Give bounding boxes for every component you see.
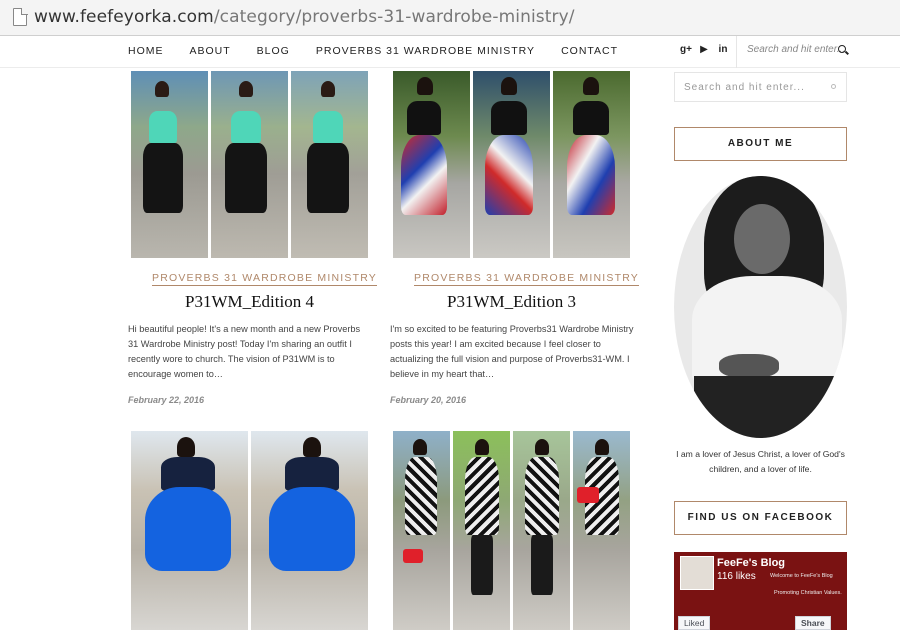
person-figure [401, 135, 447, 215]
person-figure [475, 439, 489, 455]
photo-panel [291, 71, 368, 258]
person-figure [595, 439, 609, 455]
person-figure [535, 439, 549, 455]
person-figure [567, 135, 615, 215]
post-date: February 22, 2016 [128, 395, 205, 405]
photo-panel [251, 431, 368, 630]
person-figure [465, 457, 499, 535]
person-figure [405, 457, 437, 535]
photo-panel [393, 71, 470, 258]
person-figure [149, 111, 177, 143]
person-figure [177, 437, 195, 457]
google-plus-icon[interactable]: g+ [680, 44, 692, 55]
facebook-likes-count: 116 likes [717, 571, 756, 582]
photo-panel [393, 431, 450, 630]
facebook-heading: FIND US ON FACEBOOK [674, 501, 847, 535]
person-figure [573, 101, 609, 135]
sidebar-search [674, 72, 847, 102]
person-figure [577, 487, 599, 503]
photo-panel [473, 71, 550, 258]
post-excerpt: I'm so excited to be featuring Proverbs3… [390, 324, 634, 379]
person-figure [143, 143, 183, 213]
photo-face [734, 204, 790, 274]
person-figure [403, 549, 423, 563]
facebook-cover-text: Welcome to FeeFe's Blog [770, 573, 833, 579]
person-figure [583, 77, 599, 95]
nav-divider [736, 36, 737, 68]
photo-panel [513, 431, 570, 630]
nav-item-blog[interactable]: BLOG [257, 45, 290, 57]
person-figure [285, 457, 339, 491]
facebook-liked-button[interactable]: Liked [678, 616, 711, 630]
person-figure [307, 143, 349, 213]
post-image-fourth[interactable] [393, 431, 630, 630]
person-figure [303, 437, 321, 457]
person-figure [155, 81, 169, 97]
person-figure [161, 457, 215, 491]
facebook-cover-subtext: Promoting Christian Values. [774, 590, 842, 596]
post-title[interactable]: P31WM_Edition 3 [393, 292, 630, 312]
person-figure [471, 535, 493, 595]
about-me-text: I am a lover of Jesus Christ, a lover of… [676, 449, 845, 474]
social-links: g+ ▶ in [680, 44, 737, 55]
person-figure [491, 101, 527, 135]
post-category-link[interactable]: PROVERBS 31 WARDROBE MINISTRY [152, 272, 378, 286]
nav-item-proverbs-31[interactable]: PROVERBS 31 WARDROBE MINISTRY [316, 45, 535, 57]
search-icon[interactable] [831, 84, 836, 89]
sidebar-search-input[interactable] [675, 73, 825, 101]
post-excerpt: Hi beautiful people! It's a new month an… [128, 324, 361, 379]
linkedin-icon[interactable]: in [718, 44, 728, 55]
person-figure [485, 135, 533, 215]
person-figure [313, 111, 343, 143]
search-icon[interactable] [838, 45, 846, 53]
post-image-third[interactable] [131, 431, 368, 630]
facebook-widget[interactable]: FeeFe's Blog 116 likes Welcome to FeeFe'… [674, 552, 847, 630]
person-figure [231, 111, 261, 143]
person-figure [269, 487, 355, 571]
url-text[interactable]: www.feefeyorka.com/category/proverbs-31-… [34, 7, 575, 27]
person-figure [531, 535, 553, 595]
person-figure [321, 81, 335, 97]
nav-item-contact[interactable]: CONTACT [561, 45, 618, 57]
photo-panel [453, 431, 510, 630]
browser-url-bar[interactable]: www.feefeyorka.com/category/proverbs-31-… [0, 0, 900, 36]
person-figure [525, 457, 559, 535]
person-figure [417, 77, 433, 95]
about-me-photo [674, 176, 847, 438]
photo-skirt [694, 376, 844, 438]
person-figure [239, 81, 253, 97]
nav-search-input[interactable]: Search and hit enter... [747, 44, 845, 55]
facebook-page-name[interactable]: FeeFe's Blog [717, 557, 785, 569]
page-icon [13, 7, 28, 26]
facebook-share-button[interactable]: Share [795, 616, 831, 630]
post-title[interactable]: P31WM_Edition 4 [131, 292, 368, 312]
photo-panel [131, 431, 248, 630]
nav-item-home[interactable]: HOME [128, 45, 164, 57]
post-image-edition-3[interactable] [393, 71, 630, 258]
person-figure [501, 77, 517, 95]
post-category-link[interactable]: PROVERBS 31 WARDROBE MINISTRY [414, 272, 640, 286]
person-figure [145, 487, 231, 571]
post-date: February 20, 2016 [390, 395, 467, 405]
photo-panel [211, 71, 288, 258]
post-image-edition-4[interactable] [131, 71, 368, 258]
photo-hand [719, 354, 779, 378]
about-me-heading: ABOUT ME [674, 127, 847, 161]
photo-panel [131, 71, 208, 258]
person-figure [413, 439, 427, 455]
nav-item-about[interactable]: ABOUT [190, 45, 231, 57]
site-nav: HOME ABOUT BLOG PROVERBS 31 WARDROBE MIN… [0, 36, 900, 68]
photo-panel [553, 71, 630, 258]
photo-panel [573, 431, 630, 630]
facebook-page-thumbnail[interactable] [680, 556, 714, 590]
person-figure [407, 101, 441, 135]
url-host: www.feefeyorka.com [34, 7, 214, 27]
url-path: /category/proverbs-31-wardrobe-ministry/ [213, 7, 575, 27]
nav-menu: HOME ABOUT BLOG PROVERBS 31 WARDROBE MIN… [128, 45, 644, 57]
person-figure [225, 143, 267, 213]
youtube-icon[interactable]: ▶ [699, 44, 709, 55]
